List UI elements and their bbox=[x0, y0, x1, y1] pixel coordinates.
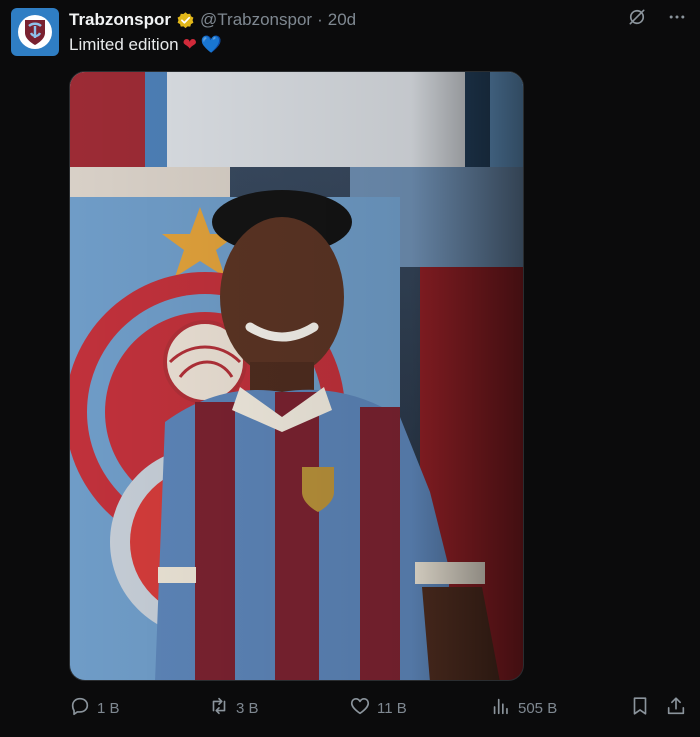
action-bar: 1 B 3 B 11 B 505 B bbox=[69, 694, 689, 722]
verified-badge-icon bbox=[176, 11, 195, 30]
share-button[interactable] bbox=[665, 694, 687, 722]
reply-icon bbox=[69, 695, 91, 721]
grok-icon[interactable] bbox=[626, 6, 648, 28]
separator-dot: · bbox=[317, 10, 323, 29]
views-count: 505 B bbox=[518, 699, 558, 717]
like-button[interactable]: 11 B bbox=[349, 694, 407, 722]
repost-button[interactable]: 3 B bbox=[208, 694, 259, 722]
views-button[interactable]: 505 B bbox=[490, 694, 557, 722]
reply-count: 1 B bbox=[97, 699, 120, 717]
timestamp[interactable]: 20d bbox=[328, 10, 356, 30]
repost-icon bbox=[208, 695, 230, 721]
red-heart-emoji-icon: ❤ bbox=[182, 35, 197, 54]
post: Trabzonspor @Trabzonspor · 20d Limited e… bbox=[0, 0, 700, 737]
like-count: 11 B bbox=[377, 699, 407, 717]
handle[interactable]: @Trabzonspor bbox=[200, 10, 312, 30]
share-icon bbox=[665, 695, 687, 721]
post-text: Limited edition ❤ 💙 bbox=[69, 35, 222, 55]
post-text-content: Limited edition bbox=[69, 35, 179, 54]
jersey-photo-illustration bbox=[70, 72, 523, 680]
post-header: Trabzonspor @Trabzonspor · 20d bbox=[69, 9, 356, 31]
club-crest-icon bbox=[18, 15, 52, 49]
like-icon bbox=[349, 695, 371, 721]
views-icon bbox=[490, 695, 512, 721]
repost-count: 3 B bbox=[236, 699, 259, 717]
display-name[interactable]: Trabzonspor bbox=[69, 10, 171, 30]
bookmark-icon bbox=[629, 695, 651, 721]
avatar[interactable] bbox=[11, 8, 59, 56]
blue-heart-emoji-icon: 💙 bbox=[200, 35, 223, 54]
more-icon[interactable] bbox=[666, 6, 688, 28]
bookmark-button[interactable] bbox=[629, 694, 651, 722]
header-actions bbox=[626, 6, 688, 28]
reply-button[interactable]: 1 B bbox=[69, 694, 120, 722]
post-image[interactable] bbox=[69, 71, 524, 681]
